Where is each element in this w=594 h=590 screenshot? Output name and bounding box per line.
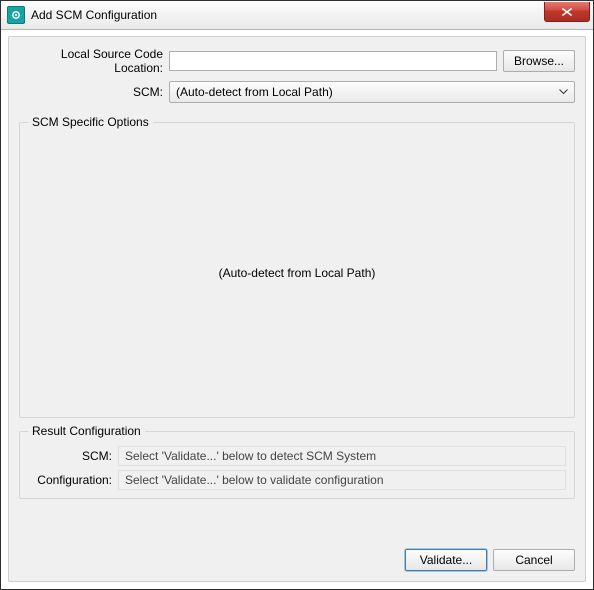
label-scm: SCM:	[19, 85, 169, 99]
location-input[interactable]	[169, 51, 497, 71]
dialog-window: Add SCM Configuration Local Source Code …	[0, 0, 594, 590]
label-result-scm: SCM:	[28, 449, 118, 463]
titlebar[interactable]: Add SCM Configuration	[1, 1, 593, 30]
scm-select-value: (Auto-detect from Local Path)	[176, 85, 333, 99]
row-location: Local Source Code Location: Browse...	[19, 47, 575, 75]
cancel-button[interactable]: Cancel	[493, 549, 575, 571]
result-group: Result Configuration SCM: Select 'Valida…	[19, 424, 575, 499]
app-icon	[7, 6, 25, 24]
result-config-value: Select 'Validate...' below to validate c…	[118, 470, 566, 490]
chevron-down-icon	[559, 89, 568, 95]
dialog-footer: Validate... Cancel	[19, 499, 575, 571]
scm-options-placeholder: (Auto-detect from Local Path)	[219, 266, 376, 280]
result-legend: Result Configuration	[28, 424, 145, 438]
scm-options-legend: SCM Specific Options	[28, 115, 153, 129]
dialog-client: Local Source Code Location: Browse... SC…	[8, 36, 586, 582]
row-result-scm: SCM: Select 'Validate...' below to detec…	[28, 446, 566, 466]
row-result-config: Configuration: Select 'Validate...' belo…	[28, 470, 566, 490]
scm-options-area: (Auto-detect from Local Path)	[28, 137, 566, 409]
close-icon	[562, 8, 572, 16]
scm-options-group: SCM Specific Options (Auto-detect from L…	[19, 115, 575, 418]
scm-select[interactable]: (Auto-detect from Local Path)	[169, 81, 575, 103]
close-button[interactable]	[544, 2, 590, 22]
label-result-config: Configuration:	[28, 473, 118, 487]
result-scm-value: Select 'Validate...' below to detect SCM…	[118, 446, 566, 466]
browse-button[interactable]: Browse...	[503, 50, 575, 72]
label-location: Local Source Code Location:	[19, 47, 169, 75]
window-title: Add SCM Configuration	[31, 8, 157, 22]
row-scm: SCM: (Auto-detect from Local Path)	[19, 81, 575, 103]
validate-button[interactable]: Validate...	[405, 549, 487, 571]
